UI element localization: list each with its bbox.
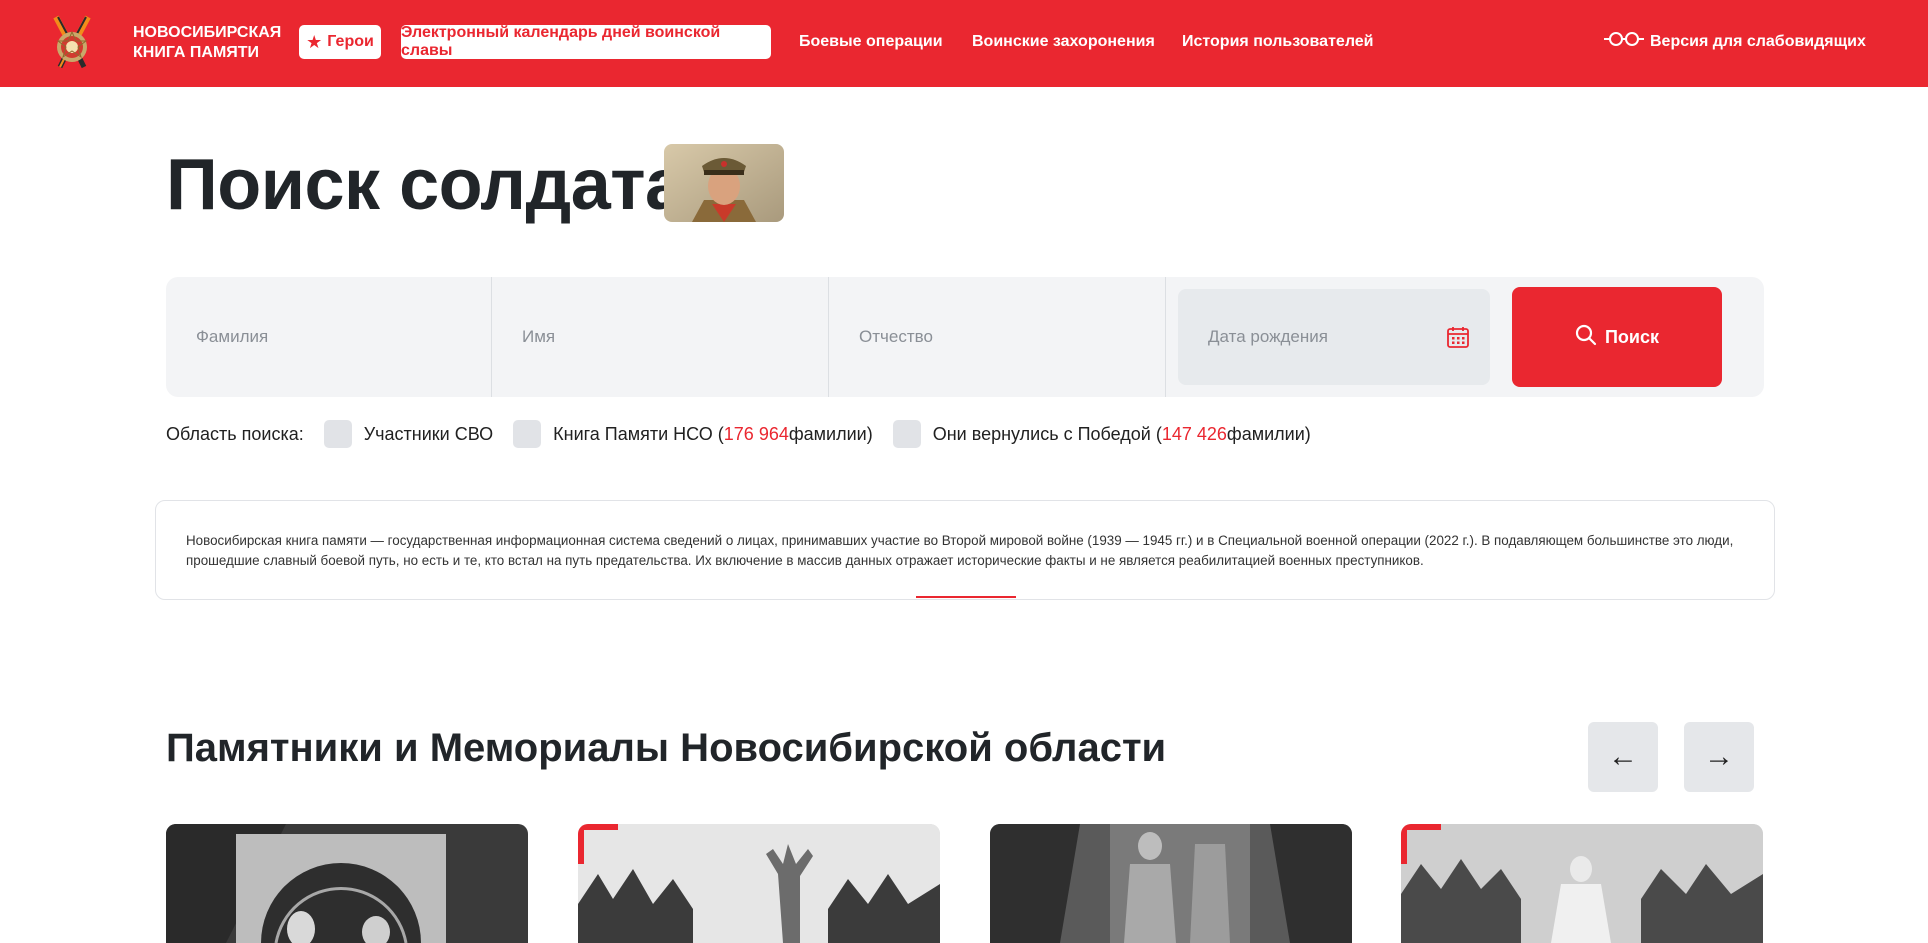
memorial-photo xyxy=(166,824,528,943)
memorial-card[interactable] xyxy=(578,824,940,943)
nav-user-stories[interactable]: История пользователей xyxy=(1182,33,1374,51)
search-scope-label: Область поиска: xyxy=(166,423,304,444)
logo-text[interactable]: НОВОСИБИРСКАЯ КНИГА ПАМЯТИ xyxy=(133,23,281,63)
carousel-next-button[interactable]: → xyxy=(1684,722,1754,792)
memorial-photo xyxy=(990,824,1352,943)
scope-memory-book-prefix: Книга Памяти НСО ( xyxy=(553,423,724,444)
search-button[interactable]: Поиск xyxy=(1512,287,1722,387)
heroes-button[interactable]: ★ Герои xyxy=(299,25,381,59)
name-input[interactable]: Имя xyxy=(492,277,829,397)
scope-returned-count: 147 426 xyxy=(1161,423,1227,444)
surname-placeholder: Фамилия xyxy=(196,327,269,346)
arrow-right-icon: → xyxy=(1704,740,1734,773)
search-button-label: Поиск xyxy=(1604,326,1660,347)
memorial-card[interactable] xyxy=(1401,824,1763,943)
logo-line-2: КНИГА ПАМЯТИ xyxy=(133,44,260,61)
nav-battle-operations[interactable]: Боевые операции xyxy=(799,33,943,51)
nav-military-burials[interactable]: Воинские захоронения xyxy=(972,33,1155,51)
scope-memory-book-option[interactable]: Книга Памяти НСО (176 964 фамилии) xyxy=(513,420,873,448)
scope-svo-checkbox[interactable] xyxy=(323,420,352,448)
calendar-button[interactable]: Электронный календарь дней воинской слав… xyxy=(401,24,771,59)
scope-memory-book-checkbox[interactable] xyxy=(513,420,542,448)
heroes-button-label: Герои xyxy=(327,33,374,50)
logo-line-1: НОВОСИБИРСКАЯ xyxy=(133,24,282,41)
scope-memory-book-suffix: фамилии) xyxy=(788,423,873,444)
scope-memory-book-count: 176 964 xyxy=(723,423,789,444)
glasses-icon xyxy=(1604,31,1644,52)
birthdate-input[interactable]: Дата рождения xyxy=(1178,289,1490,385)
memorial-card[interactable] xyxy=(166,824,528,943)
calendar-button-label: Электронный календарь дней воинской слав… xyxy=(401,24,721,59)
search-form: Фамилия Имя Отчество Дата рождения Поиск xyxy=(166,277,1764,397)
arrow-left-icon: ← xyxy=(1608,740,1638,773)
accessibility-version-link[interactable]: Версия для слабовидящих xyxy=(1604,31,1866,52)
scope-returned-suffix: фамилии) xyxy=(1226,423,1311,444)
search-scope: Область поиска: Участники СВО Книга Памя… xyxy=(166,420,1331,448)
accessibility-version-label: Версия для слабовидящих xyxy=(1650,32,1866,50)
info-notice-accent xyxy=(916,596,1016,598)
scope-returned-checkbox[interactable] xyxy=(892,420,921,448)
patronymic-placeholder: Отчество xyxy=(859,327,933,346)
birthdate-placeholder: Дата рождения xyxy=(1208,327,1328,346)
memorial-card[interactable] xyxy=(990,824,1352,943)
memorial-photo xyxy=(578,824,940,943)
scope-svo-label: Участники СВО xyxy=(363,423,494,444)
star-icon: ★ xyxy=(306,32,323,52)
memorials-section-title: Памятники и Мемориалы Новосибирской обла… xyxy=(166,726,1167,770)
memorial-photo xyxy=(1401,824,1763,943)
info-notice: Новосибирская книга памяти — государстве… xyxy=(155,500,1775,600)
carousel-prev-button[interactable]: ← xyxy=(1588,722,1658,792)
scope-returned-option[interactable]: Они вернулись с Победой (147 426 фамилии… xyxy=(892,420,1311,448)
search-icon xyxy=(1575,324,1597,351)
site-header: НОВОСИБИРСКАЯ КНИГА ПАМЯТИ ★ Герои Элект… xyxy=(0,0,1928,87)
logo-emblem-icon[interactable] xyxy=(36,7,108,79)
info-notice-text: Новосибирская книга памяти — государстве… xyxy=(186,533,1734,568)
calendar-icon[interactable] xyxy=(1446,325,1470,349)
page-title: Поиск солдата xyxy=(166,145,685,225)
scope-svo-option[interactable]: Участники СВО xyxy=(323,420,494,448)
surname-input[interactable]: Фамилия xyxy=(166,277,492,397)
patronymic-input[interactable]: Отчество xyxy=(829,277,1166,397)
name-placeholder: Имя xyxy=(522,327,556,346)
scope-returned-prefix: Они вернулись с Победой ( xyxy=(932,423,1162,444)
soldier-portrait-image xyxy=(664,144,784,222)
